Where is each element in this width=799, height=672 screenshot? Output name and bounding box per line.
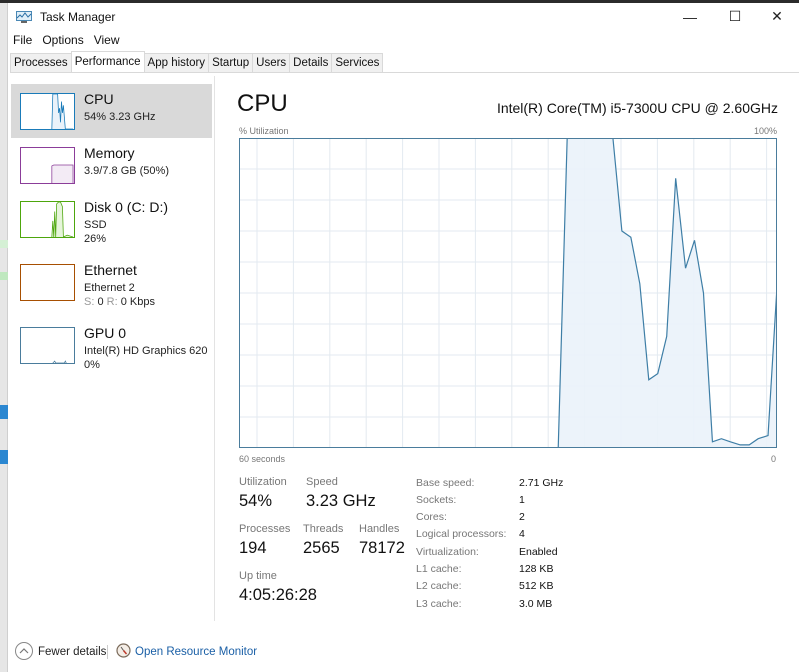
tab-app-history[interactable]: App history	[143, 53, 210, 72]
close-icon: ✕	[771, 8, 783, 24]
handles-value: 78172	[359, 539, 405, 557]
memory-thumbnail-graph	[20, 147, 75, 184]
footer-divider	[107, 645, 108, 659]
menu-bar: File Options View	[8, 31, 125, 51]
receive-label: R:	[106, 296, 118, 308]
sidebar-item-disk[interactable]: Disk 0 (C: D:) SSD 26%	[11, 192, 212, 246]
spec-label: L2 cache:	[416, 580, 462, 592]
spec-value: 2	[519, 511, 525, 523]
disk-thumbnail-line	[51, 202, 74, 237]
open-resource-monitor-link[interactable]: Open Resource Monitor	[135, 646, 257, 658]
spec-value: 3.0 MB	[519, 598, 553, 610]
spec-label: L3 cache:	[416, 598, 462, 610]
sidebar-item-memory[interactable]: Memory 3.9/7.8 GB (50%)	[11, 138, 212, 192]
spec-label: Logical processors:	[416, 528, 507, 540]
cpu-model-name: Intel(R) Core(TM) i5-7300U CPU @ 2.60GHz	[496, 100, 778, 116]
sidebar-gpu-model: Intel(R) HD Graphics 620	[84, 345, 208, 357]
tab-services[interactable]: Services	[331, 53, 384, 72]
handles-label: Handles	[359, 523, 400, 535]
sidebar-disk-type: SSD	[84, 219, 107, 231]
sidebar-memory-name: Memory	[84, 145, 135, 161]
send-value: 0	[97, 296, 104, 308]
performance-sidebar: CPU 54% 3.23 GHz Memory 3.9/7.8 GB (50%)…	[8, 76, 215, 621]
title-bar[interactable]: Task Manager — ☐ ✕	[8, 3, 799, 30]
graph-x-min-label: 0	[771, 454, 777, 464]
tab-performance[interactable]: Performance	[70, 51, 145, 72]
threads-value: 2565	[303, 539, 340, 557]
task-manager-app-icon	[16, 11, 32, 23]
spec-value: 4	[519, 528, 525, 540]
task-manager-window: Task Manager — ☐ ✕ File Options View Pro…	[0, 0, 799, 672]
spec-label: Base speed:	[416, 477, 475, 489]
minimize-button[interactable]: —	[668, 3, 712, 30]
chevron-up-icon[interactable]	[15, 642, 33, 660]
sidebar-cpu-usage: 54% 3.23 GHz	[84, 111, 156, 123]
maximize-button[interactable]: ☐	[713, 3, 757, 30]
menu-options[interactable]: Options	[37, 31, 88, 51]
graph-x-axis-label: 60 seconds	[239, 454, 286, 464]
cpu-thumbnail-line	[51, 94, 74, 129]
sidebar-item-gpu[interactable]: GPU 0 Intel(R) HD Graphics 620 0%	[11, 318, 212, 372]
tab-processes[interactable]: Processes	[10, 53, 72, 72]
threads-label: Threads	[303, 523, 344, 535]
spec-label: L1 cache:	[416, 563, 462, 575]
uptime-value: 4:05:26:28	[239, 586, 317, 604]
cpu-thumbnail-graph	[20, 93, 75, 130]
sidebar-ethernet-name: Ethernet	[84, 262, 137, 278]
cpu-utilization-graph	[239, 138, 777, 448]
graph-y-axis-label: % Utilization	[239, 126, 289, 136]
disk-thumbnail-graph	[20, 201, 75, 238]
page-title: CPU	[237, 90, 288, 117]
utilization-value: 54%	[239, 492, 273, 510]
sidebar-ethernet-adapter: Ethernet 2	[84, 282, 135, 294]
close-button[interactable]: ✕	[755, 3, 799, 30]
menu-view[interactable]: View	[89, 31, 125, 51]
tab-details[interactable]: Details	[289, 53, 333, 72]
tab-bar: Processes Performance App history Startu…	[10, 51, 799, 73]
speed-label: Speed	[306, 476, 338, 488]
minimize-icon: —	[683, 8, 697, 25]
sidebar-item-cpu[interactable]: CPU 54% 3.23 GHz	[11, 84, 212, 138]
spec-value: 512 KB	[519, 580, 554, 592]
spec-label: Virtualization:	[416, 546, 479, 558]
resource-monitor-icon	[116, 643, 131, 658]
sidebar-cpu-name: CPU	[84, 91, 114, 107]
receive-value: 0 Kbps	[120, 296, 155, 308]
ethernet-thumbnail-graph	[20, 264, 75, 301]
maximize-icon: ☐	[728, 8, 742, 24]
speed-value: 3.23 GHz	[306, 492, 376, 510]
spec-value: Enabled	[519, 546, 558, 558]
processes-label: Processes	[239, 523, 291, 535]
window-title: Task Manager	[40, 10, 116, 24]
gpu-thumbnail-graph	[20, 327, 75, 364]
memory-thumbnail-line	[51, 164, 74, 183]
spec-label: Sockets:	[416, 494, 457, 506]
sidebar-ethernet-throughput: S: 0 R: 0 Kbps	[84, 296, 155, 308]
send-label: S:	[84, 296, 95, 308]
spec-value: 128 KB	[519, 563, 554, 575]
uptime-label: Up time	[239, 570, 277, 582]
sidebar-memory-usage: 3.9/7.8 GB (50%)	[84, 165, 169, 177]
cpu-detail-panel: CPU Intel(R) Core(TM) i5-7300U CPU @ 2.6…	[223, 76, 799, 621]
sidebar-disk-usage: 26%	[84, 233, 107, 245]
background-window-edge	[0, 0, 8, 672]
sidebar-gpu-name: GPU 0	[84, 325, 127, 341]
processes-value: 194	[239, 539, 267, 557]
fewer-details-button[interactable]: Fewer details	[38, 646, 106, 658]
gpu-thumbnail-line	[52, 360, 67, 363]
sidebar-gpu-usage: 0%	[84, 359, 100, 371]
spec-label: Cores:	[416, 511, 447, 523]
tab-startup[interactable]: Startup	[208, 53, 254, 72]
graph-max-label: 100%	[753, 126, 777, 136]
tab-users[interactable]: Users	[252, 53, 291, 72]
spec-value: 1	[519, 494, 525, 506]
sidebar-disk-name: Disk 0 (C: D:)	[84, 199, 168, 215]
menu-file[interactable]: File	[8, 31, 37, 51]
footer-bar: Fewer details Open Resource Monitor	[8, 633, 799, 672]
utilization-label: Utilization	[239, 476, 287, 488]
spec-value: 2.71 GHz	[519, 477, 564, 489]
sidebar-item-ethernet[interactable]: Ethernet Ethernet 2 S: 0 R: 0 Kbps	[11, 255, 212, 309]
